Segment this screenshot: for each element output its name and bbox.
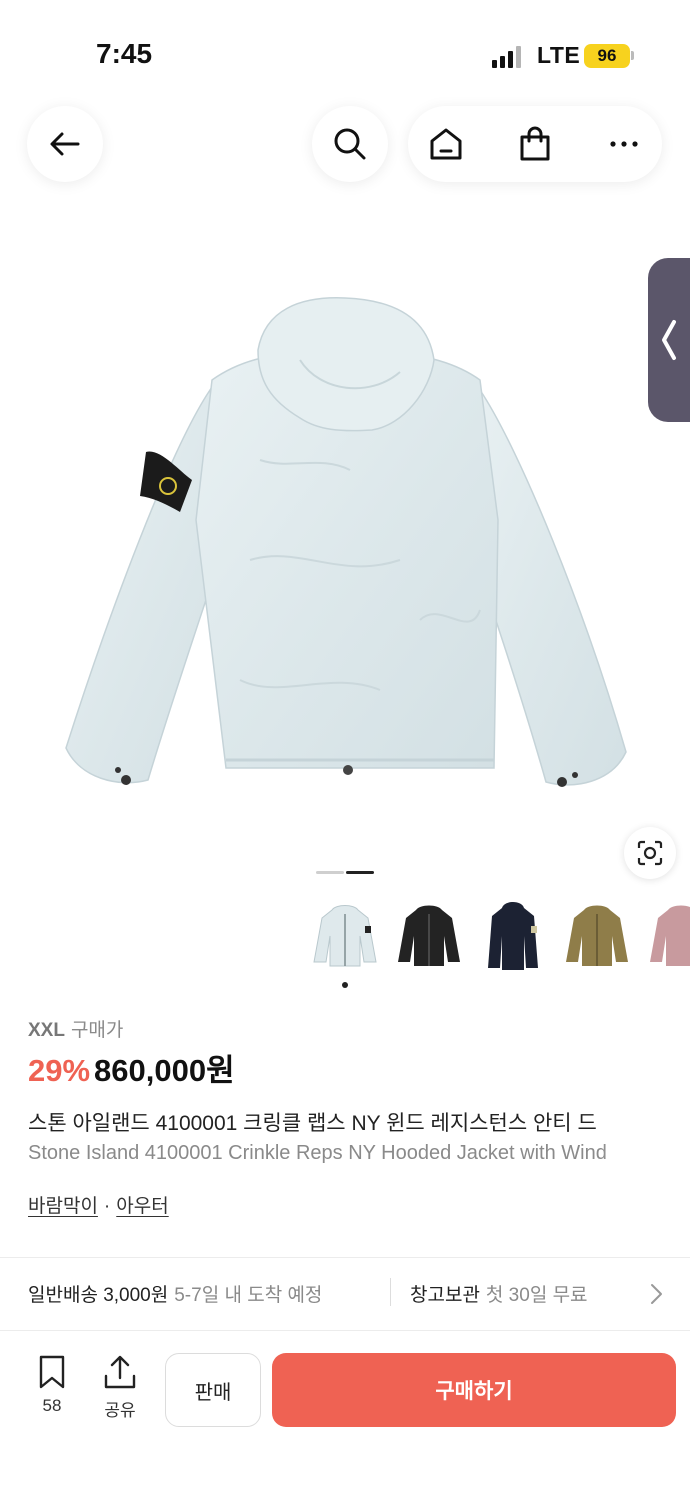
- battery-tip: [631, 51, 634, 60]
- thumbnail-pink[interactable]: [646, 896, 690, 972]
- product-title-en: Stone Island 4100001 Crinkle Reps NY Hoo…: [28, 1142, 607, 1164]
- battery-icon: 96: [584, 44, 630, 68]
- category-links: 바람막이 · 아우터: [28, 1191, 169, 1218]
- product-title-ko: 스톤 아일랜드 4100001 크링클 랩스 NY 윈드 레지스턴스 안티 드: [28, 1112, 597, 1135]
- storage-note: 첫 30일 무료: [485, 1285, 588, 1306]
- signal-icon: [492, 44, 524, 68]
- shipping-info[interactable]: 일반배송 3,000원 5-7일 내 도착 예정: [28, 1280, 322, 1307]
- more-icon: [610, 141, 638, 147]
- share-label: 공유: [104, 1401, 136, 1420]
- image-indicator-2: [346, 871, 374, 874]
- home-button[interactable]: [426, 124, 466, 164]
- buy-button[interactable]: 구매하기: [272, 1353, 676, 1427]
- home-icon: [430, 128, 462, 160]
- size-label: XXL: [28, 1020, 65, 1041]
- back-arrow-icon: [50, 132, 80, 156]
- title-fade: [600, 1100, 690, 1170]
- selected-thumbnail-dot: [342, 982, 348, 988]
- shipping-label: 일반배송 3,000원: [28, 1285, 169, 1306]
- thumbnail-black[interactable]: [394, 896, 464, 972]
- thumbnail-light-blue[interactable]: [310, 896, 380, 972]
- lens-icon: [637, 840, 663, 866]
- cart-button[interactable]: [515, 124, 555, 164]
- status-bar: 7:45 LTE 96: [0, 0, 690, 100]
- share-button[interactable]: [100, 1354, 140, 1397]
- network-label: LTE: [537, 42, 581, 68]
- search-button[interactable]: [312, 106, 388, 182]
- nav-actions: [408, 106, 662, 182]
- thumbnail-navy[interactable]: [478, 896, 548, 972]
- price-line: 29% 860,000원: [28, 1045, 235, 1090]
- image-search-button[interactable]: [624, 827, 676, 879]
- size-suffix: 구매가: [70, 1020, 124, 1041]
- chevron-right-icon[interactable]: [646, 1283, 666, 1305]
- back-button[interactable]: [27, 106, 103, 182]
- status-time: 7:45: [96, 38, 153, 69]
- more-button[interactable]: [604, 124, 644, 164]
- price: 860,000원: [94, 1053, 235, 1088]
- sell-button[interactable]: 판매: [165, 1353, 261, 1427]
- product-image[interactable]: [0, 240, 690, 840]
- shopping-bag-icon: [520, 126, 550, 161]
- color-thumbnails: [310, 896, 690, 976]
- chevron-left-icon: [662, 320, 676, 360]
- search-icon: [334, 128, 366, 160]
- discount-rate: 29%: [28, 1053, 91, 1088]
- bookmark-icon: [39, 1355, 65, 1389]
- shipping-separator: [390, 1278, 391, 1306]
- storage-info[interactable]: 창고보관 첫 30일 무료: [410, 1280, 588, 1307]
- side-panel-tab[interactable]: [648, 258, 690, 422]
- size-line: XXL 구매가: [28, 1015, 123, 1042]
- thumbnail-olive[interactable]: [562, 896, 632, 972]
- divider-top: [0, 1257, 690, 1258]
- jacket-image: [65, 297, 627, 787]
- share-icon: [104, 1355, 136, 1389]
- bookmark-count: 58: [42, 1396, 62, 1415]
- image-indicator-1: [316, 871, 344, 874]
- divider-bottom: [0, 1330, 690, 1331]
- category-link-outer[interactable]: 아우터: [116, 1196, 168, 1217]
- bookmark-button[interactable]: [30, 1354, 74, 1395]
- storage-label: 창고보관: [410, 1285, 480, 1306]
- category-separator: ·: [103, 1196, 111, 1217]
- category-link-windbreaker[interactable]: 바람막이: [28, 1196, 98, 1217]
- shipping-eta: 5-7일 내 도착 예정: [174, 1285, 323, 1306]
